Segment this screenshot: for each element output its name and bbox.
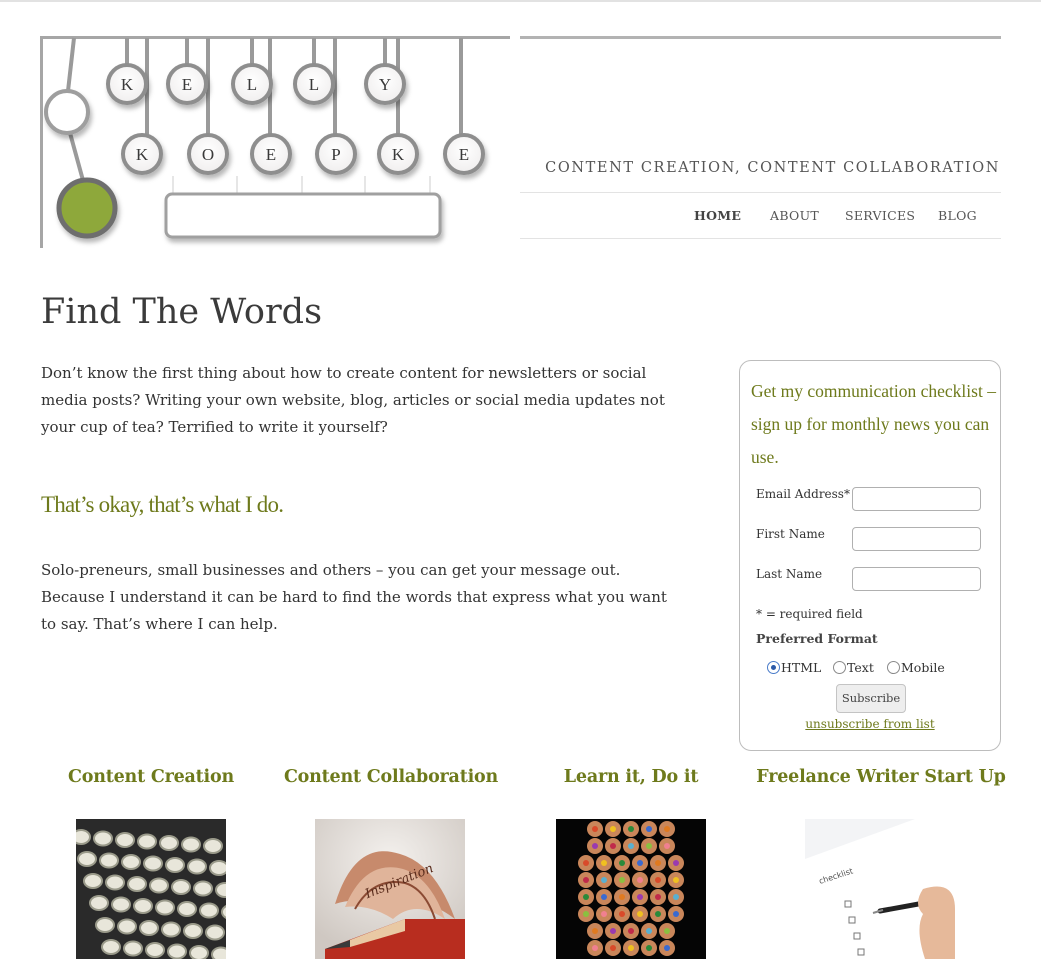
svg-text:P: P: [331, 145, 340, 164]
nav-about[interactable]: ABOUT: [770, 208, 819, 223]
format-html-label: HTML: [781, 660, 821, 675]
svg-text:K: K: [121, 75, 134, 94]
signup-title: Get my communication checklist – sign up…: [751, 375, 996, 474]
body-paragraph: Solo-preneurs, small businesses and othe…: [41, 557, 681, 638]
svg-text:E: E: [182, 75, 192, 94]
logo-key-row-koepke: KOEPKE: [123, 135, 483, 173]
first-name-label: First Name: [756, 527, 825, 541]
format-text-label: Text: [847, 660, 874, 675]
feature-title-content-creation[interactable]: Content Creation: [41, 767, 261, 787]
logo-key-e: E: [168, 65, 206, 103]
logo-key-row-kelly: KELLY: [108, 65, 404, 103]
last-name-field[interactable]: [852, 567, 981, 591]
logo-space-bar: [166, 194, 440, 237]
logo-key-e: E: [445, 135, 483, 173]
logo-key-y: Y: [366, 65, 404, 103]
svg-text:K: K: [392, 145, 405, 164]
logo-key-k: K: [123, 135, 161, 173]
unsubscribe-link[interactable]: unsubscribe from list: [740, 717, 1000, 731]
email-field[interactable]: [852, 487, 981, 511]
logo-key-k: K: [379, 135, 417, 173]
format-mobile-label: Mobile: [901, 660, 945, 675]
logo-key-k: K: [108, 65, 146, 103]
first-name-field[interactable]: [852, 527, 981, 551]
typewriter-keys-image[interactable]: [76, 819, 226, 959]
nav-services[interactable]: SERVICES: [845, 208, 915, 223]
format-option-text[interactable]: Text: [833, 660, 874, 675]
required-note: * = required field: [756, 607, 863, 621]
logo-key-p: P: [317, 135, 355, 173]
logo-key-e: E: [252, 135, 290, 173]
format-label: Preferred Format: [756, 631, 878, 646]
logo-white-knob: [46, 91, 88, 133]
subscribe-button[interactable]: Subscribe: [836, 684, 906, 713]
logo-key-l: L: [295, 65, 333, 103]
top-border: [0, 0, 1041, 2]
newsletter-signup-box: Get my communication checklist – sign up…: [739, 360, 1001, 751]
intro-paragraph: Don’t know the first thing about how to …: [41, 360, 681, 441]
svg-text:Y: Y: [379, 75, 391, 94]
format-option-mobile[interactable]: Mobile: [887, 660, 945, 675]
format-option-html[interactable]: HTML: [767, 660, 821, 675]
subheading: That’s okay, that’s what I do.: [41, 492, 283, 518]
site-logo[interactable]: K E L L Y K O E P K E: [40, 36, 510, 251]
email-label: Email Address*: [756, 487, 850, 501]
feature-title-learn-it[interactable]: Learn it, Do it: [521, 767, 741, 787]
svg-text:L: L: [309, 75, 319, 94]
checklist-image[interactable]: checklist: [805, 819, 955, 959]
svg-text:E: E: [266, 145, 276, 164]
radio-selected-icon[interactable]: [767, 661, 780, 674]
main-nav: HOME ABOUT SERVICES BLOG: [520, 192, 1001, 239]
logo-green-knob: [59, 180, 115, 236]
logo-key-l: L: [233, 65, 271, 103]
feature-title-content-collaboration[interactable]: Content Collaboration: [271, 767, 511, 787]
site-tagline: CONTENT CREATION, CONTENT COLLABORATION: [520, 160, 1000, 176]
radio-icon[interactable]: [833, 661, 846, 674]
logo-left-bar: [40, 36, 43, 248]
feature-title-freelance[interactable]: Freelance Writer Start Up: [751, 767, 1011, 787]
nav-blog[interactable]: BLOG: [938, 208, 977, 223]
svg-text:L: L: [247, 75, 257, 94]
radio-icon[interactable]: [887, 661, 900, 674]
colored-pencils-image[interactable]: [556, 819, 706, 959]
nav-home[interactable]: HOME: [694, 208, 741, 223]
logo-key-o: O: [189, 135, 227, 173]
logo-top-bar: [40, 36, 510, 39]
svg-text:E: E: [459, 145, 469, 164]
svg-text:K: K: [136, 145, 149, 164]
page-title: Find The Words: [41, 292, 322, 332]
last-name-label: Last Name: [756, 567, 822, 581]
header-rule: [520, 36, 1001, 39]
pencil-shavings-image[interactable]: Inspiration: [315, 819, 465, 959]
svg-text:O: O: [202, 145, 214, 164]
